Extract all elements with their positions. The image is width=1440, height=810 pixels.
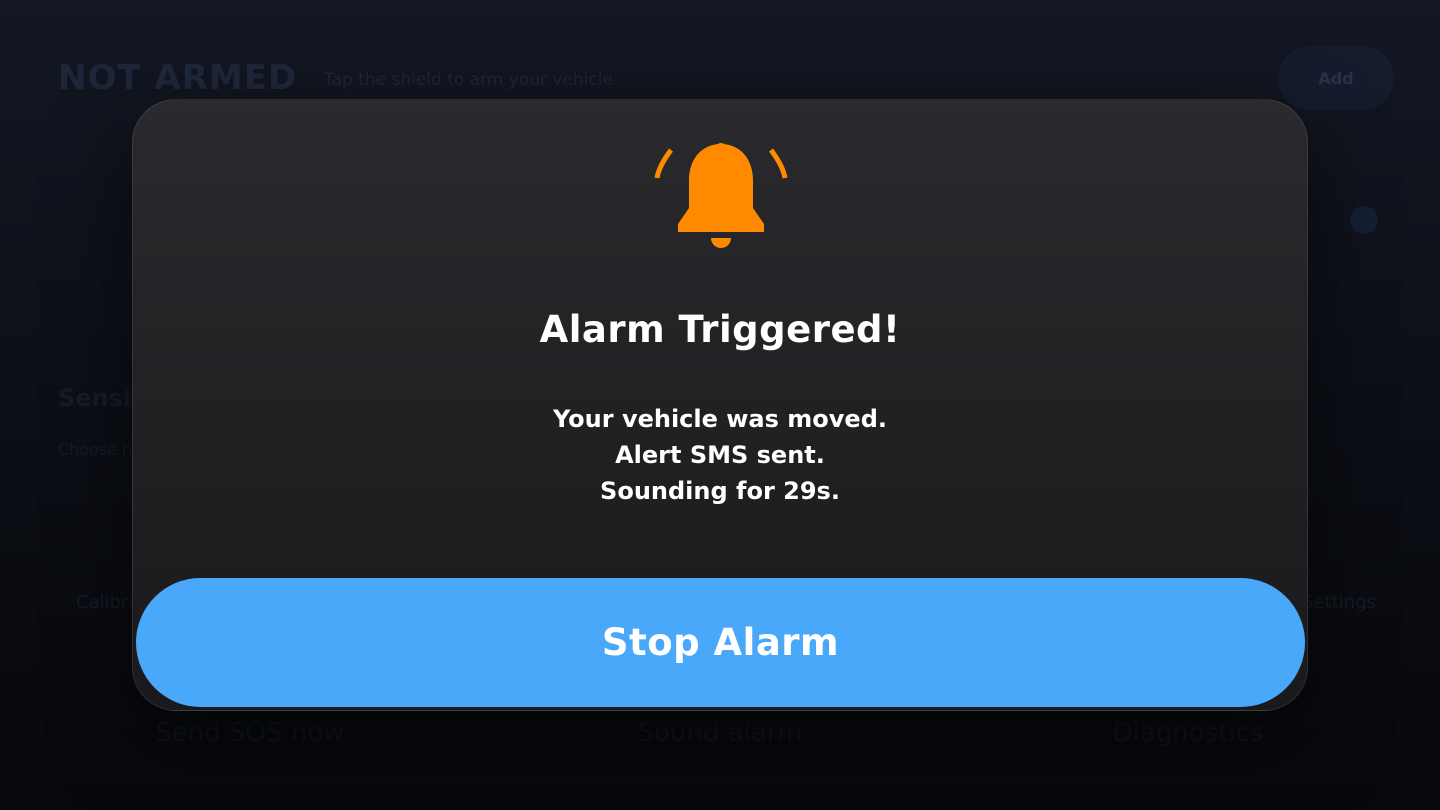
alarm-message-line: Your vehicle was moved. [553,405,887,433]
alarm-modal: Alarm Triggered! Your vehicle was moved.… [132,99,1308,711]
arm-status-title: NOT ARMED [58,58,298,98]
status-indicator-dot [1350,206,1378,234]
diagnostics-action: Diagnostics [1112,718,1264,748]
sound-alarm-action: Sound alarm [637,718,803,748]
alarm-message: Your vehicle was moved. Alert SMS sent. … [133,401,1307,509]
alarm-message-line: Alert SMS sent. [615,441,825,469]
header-pill-button: Add [1278,46,1394,110]
alarm-countdown-line: Sounding for 29s. [600,477,840,505]
arm-status-subtitle: Tap the shield to arm your vehicle [324,70,613,90]
row-right-label: Settings [1302,592,1376,613]
app-screen: NOT ARMED Tap the shield to arm your veh… [0,0,1440,810]
stop-alarm-button[interactable]: Stop Alarm [136,578,1305,707]
alarm-title: Alarm Triggered! [539,308,901,351]
bell-ringing-icon [651,138,791,254]
send-sos-action: Send SOS now [155,718,345,748]
